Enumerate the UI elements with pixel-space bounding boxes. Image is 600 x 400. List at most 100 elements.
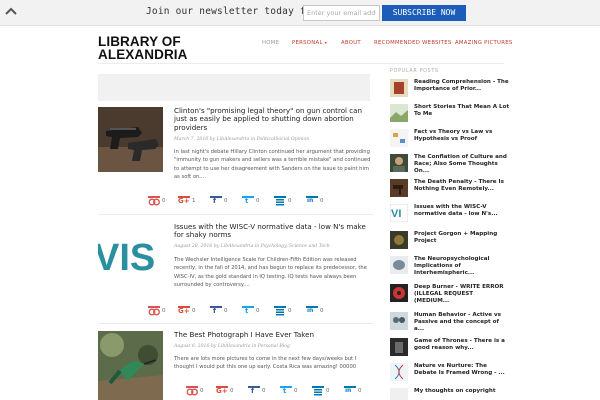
popular-post-item[interactable]: Project Gorgon + Mapping Project [390, 231, 510, 253]
share-count: 0 [288, 198, 292, 204]
popular-post-title: The Death Penalty - There Is Nothing Eve… [414, 179, 504, 192]
share-count: 0 [320, 198, 324, 204]
popular-post-item[interactable]: Game of Thrones - There is a good reason… [390, 338, 510, 360]
share-count: 0 [294, 388, 298, 394]
popular-post-item[interactable]: Reading Comprehension - The Importance o… [390, 79, 510, 101]
popular-post-title: Short Stories That Mean A Lot To Me [414, 104, 510, 117]
people-photo-icon [390, 312, 408, 330]
share-count: 1 [192, 198, 196, 204]
popular-post-title: The Neuropsychological Implications of I… [414, 256, 490, 276]
disc-photo-icon [390, 284, 408, 302]
popular-post-title: The Conflation of Culture and Race; Also… [414, 154, 507, 174]
popular-post-title: Reading Comprehension - The Importance o… [414, 79, 509, 92]
stumbleupon-icon [148, 198, 160, 206]
popular-post-item[interactable]: Deep Burner - WRITE ERROR (ILLEGAL REQUE… [390, 284, 510, 306]
wisc-logo-icon: VIS [98, 223, 163, 288]
sidebar-title: POPULAR POSTS [390, 69, 439, 74]
nav-home[interactable]: HOME [262, 40, 279, 46]
share-count: 0 [256, 308, 260, 314]
share-bar: 0 G+ 1 f0 t0 0 in 0 [148, 196, 338, 208]
popular-post-item[interactable]: Nature vs Nurture: The Debate Is Framed … [390, 363, 510, 385]
post-thumbnail[interactable]: VIS [98, 223, 163, 288]
popular-post-item[interactable]: VI Issues with the WISC-V normative data… [390, 204, 510, 226]
gavel-photo-icon [390, 179, 408, 197]
book-photo-icon [390, 79, 408, 97]
collapse-chevron-icon[interactable] [5, 6, 17, 16]
diagram-photo-icon [390, 129, 408, 147]
popular-post-item[interactable]: The Neuropsychological Implications of I… [390, 256, 510, 278]
copyright-photo-icon [390, 388, 408, 400]
popular-post-thumbnail [390, 231, 408, 249]
googleplus-icon: G+ [178, 307, 190, 315]
share-count: 0 [230, 388, 234, 394]
popular-post-item[interactable]: My thoughts on copyright [390, 388, 510, 400]
popular-post-item[interactable]: Short Stories That Mean A Lot To Me [390, 104, 510, 126]
linkedin-icon: in [345, 387, 352, 394]
buffer-icon [276, 199, 284, 206]
ad-placeholder [98, 74, 370, 101]
googleplus-icon: G+ [216, 387, 228, 395]
post-item: Clinton's "promising legal theory" on gu… [98, 106, 374, 207]
thumb-text: VIS [98, 237, 155, 279]
popular-post-thumbnail [390, 129, 408, 147]
share-count: 0 [326, 388, 330, 394]
site-logo[interactable]: LIBRARY OF ALEXANDRIA [98, 35, 188, 61]
popular-post-item[interactable]: The Conflation of Culture and Race; Also… [390, 154, 510, 176]
portrait-photo-icon [390, 154, 408, 172]
popular-post-item[interactable]: Human Behavior - Active vs Passive and t… [390, 312, 510, 334]
popular-post-title: Human Behavior - Active vs Passive and t… [414, 312, 501, 332]
popular-post-title: Issues with the WISC-V normative data - … [414, 204, 498, 217]
popular-post-thumbnail [390, 388, 408, 400]
share-count: 0 [256, 198, 260, 204]
subscribe-button[interactable]: SUBSCRIBE NOW [382, 5, 466, 21]
post-title[interactable]: Issues with the WISC-V normative data - … [174, 222, 374, 240]
dna-photo-icon [390, 363, 408, 381]
post-thumbnail[interactable] [98, 331, 163, 400]
buffer-icon [276, 309, 284, 316]
popular-post-thumbnail [390, 79, 408, 97]
post-divider [98, 214, 374, 215]
popular-post-thumbnail [390, 179, 408, 197]
post-title[interactable]: Clinton's "promising legal theory" on gu… [174, 106, 374, 132]
popular-post-title: Project Gorgon + Mapping Project [414, 231, 498, 244]
share-count: 0 [320, 308, 324, 314]
stumbleupon-icon [148, 308, 160, 316]
share-count: 0 [224, 198, 228, 204]
share-count: 0 [192, 308, 196, 314]
wisc-logo-icon: VI [390, 204, 408, 222]
share-count: 0 [224, 308, 228, 314]
nav-amazing-pictures[interactable]: AMAZING PICTURES [455, 40, 513, 46]
post-meta: August 6, 2016 by LibAlexandria in Perso… [174, 344, 290, 349]
share-count: 0 [162, 198, 166, 204]
brain-photo-icon [390, 256, 408, 274]
nav-personal-label: PERSONAL [292, 40, 323, 46]
throne-photo-icon [390, 338, 408, 356]
post-thumbnail[interactable] [98, 107, 163, 172]
linkedin-icon: in [307, 307, 314, 314]
post-excerpt: In last night's debate Hillary Clinton c… [174, 149, 371, 181]
linkedin-icon: in [307, 197, 314, 204]
newsletter-bar: Join our newsletter today for free. SUBS… [0, 0, 600, 26]
post-title[interactable]: The Best Photograph I Have Ever Taken [174, 330, 374, 339]
nav-recommended-websites[interactable]: RECOMMENDED WEBSITES [374, 40, 452, 46]
popular-post-title: Nature vs Nurture: The Debate Is Framed … [414, 363, 505, 376]
popular-post-item[interactable]: Fact vs Theory vs Law vs Hypothesis vs P… [390, 129, 510, 151]
popular-post-thumbnail [390, 104, 408, 122]
share-count: 0 [288, 308, 292, 314]
newsletter-email-input[interactable] [303, 5, 380, 21]
dropdown-caret-icon: ▾ [324, 40, 328, 45]
share-count: 0 [162, 308, 166, 314]
popular-post-item[interactable]: The Death Penalty - There Is Nothing Eve… [390, 179, 510, 201]
post-meta: August 20, 2016 by LibAlexandria in Psyc… [174, 244, 330, 249]
share-count: 0 [358, 388, 362, 394]
post-excerpt: There are lots more pictures to come in … [174, 356, 357, 371]
nav-personal[interactable]: PERSONAL ▾ [292, 40, 327, 46]
popular-post-title: My thoughts on copyright [414, 388, 496, 394]
post-meta: March 7, 2016 by LibAlexandria in Politi… [174, 137, 310, 142]
popular-post-title: Game of Thrones - There is a good reason… [414, 338, 505, 351]
stumbleupon-icon [186, 388, 198, 396]
nav-about[interactable]: ABOUT [341, 40, 361, 46]
svg-text:VI: VI [391, 208, 401, 220]
popular-post-thumbnail [390, 256, 408, 274]
handgun-photo-icon [98, 107, 163, 172]
